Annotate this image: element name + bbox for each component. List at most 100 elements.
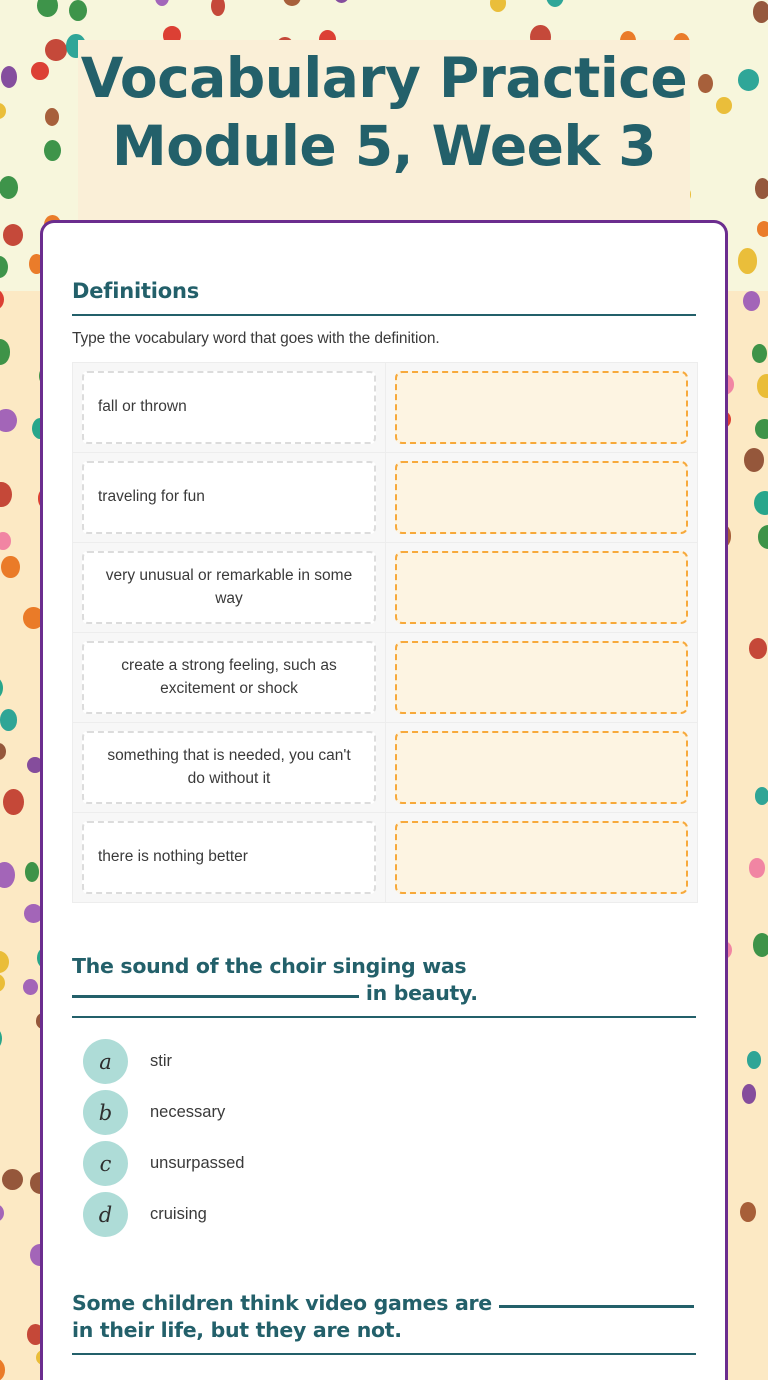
confetti-dot	[545, 0, 564, 8]
confetti-dot	[755, 177, 768, 199]
question-rule	[72, 1353, 696, 1355]
definition-text: traveling for fun	[82, 461, 376, 534]
worksheet-card: Definitions Type the vocabulary word tha…	[40, 220, 728, 1380]
answer-cell	[385, 542, 698, 633]
definitions-instruction: Type the vocabulary word that goes with …	[72, 330, 440, 347]
option-letter-badge[interactable]: c	[83, 1141, 128, 1186]
confetti-dot	[2, 223, 24, 246]
definition-text: very unusual or remarkable in some way	[82, 551, 376, 624]
confetti-dot	[37, 0, 58, 18]
confetti-dot	[31, 61, 50, 81]
option-row[interactable]: d cruising	[83, 1189, 696, 1240]
confetti-dot	[752, 933, 768, 958]
answer-input[interactable]	[395, 461, 688, 534]
confetti-dot	[756, 221, 768, 237]
question-text: The sound of the choir singing was in be…	[72, 953, 696, 1007]
confetti-dot	[0, 175, 19, 199]
confetti-dot	[748, 857, 766, 878]
option-label: necessary	[150, 1103, 226, 1121]
definitions-table-body: fall or thrown traveling for fun very unus…	[72, 362, 698, 903]
option-label: cruising	[150, 1205, 207, 1223]
table-row: create a strong feeling, such as excitem…	[72, 632, 698, 723]
table-row: fall or thrown	[72, 362, 698, 453]
answer-cell	[385, 632, 698, 723]
confetti-dot	[68, 0, 87, 21]
definition-text: there is nothing better	[82, 821, 376, 894]
table-row: very unusual or remarkable in some way	[72, 542, 698, 633]
worksheet-title-band: Vocabulary Practice Module 5, Week 3	[78, 40, 690, 222]
table-row: traveling for fun	[72, 452, 698, 543]
question-blank	[72, 995, 359, 998]
definition-text: create a strong feeling, such as excitem…	[82, 641, 376, 714]
confetti-dot	[742, 290, 760, 311]
question-suffix: in beauty.	[365, 981, 478, 1005]
option-label: stir	[150, 1052, 172, 1070]
confetti-dot	[698, 73, 713, 93]
confetti-dot	[23, 978, 38, 995]
option-letter-badge[interactable]: a	[83, 1039, 128, 1084]
option-row[interactable]: c unsurpassed	[83, 1138, 696, 1189]
answer-cell	[385, 452, 698, 543]
option-row[interactable]: b necessary	[83, 1087, 696, 1138]
confetti-dot	[489, 0, 506, 12]
answer-cell	[385, 722, 698, 813]
confetti-dot	[0, 102, 7, 119]
definitions-heading: Definitions	[72, 279, 200, 303]
answer-input[interactable]	[395, 641, 688, 714]
question-prefix: Some children think video games are	[72, 1291, 492, 1315]
confetti-dot	[44, 38, 67, 62]
question-blank	[498, 1305, 694, 1308]
confetti-dot	[0, 66, 18, 89]
question-rule	[72, 1016, 696, 1018]
page-title: Vocabulary Practice Module 5, Week 3	[80, 46, 688, 178]
confetti-dot	[754, 787, 768, 806]
option-letter-badge[interactable]: b	[83, 1090, 128, 1135]
definitions-table: fall or thrown traveling for fun very unus…	[72, 362, 698, 903]
answer-cell	[385, 812, 698, 903]
confetti-dot	[737, 68, 760, 91]
confetti-dot	[751, 343, 767, 363]
answer-input[interactable]	[395, 821, 688, 894]
confetti-dot	[44, 108, 60, 127]
confetti-dot	[755, 419, 768, 439]
option-row[interactable]: a stir	[83, 1036, 696, 1087]
definitions-section: Definitions Type the vocabulary word tha…	[72, 279, 698, 903]
definition-cell: traveling for fun	[72, 452, 386, 543]
definition-cell: there is nothing better	[72, 812, 386, 903]
confetti-dot	[2, 788, 24, 815]
answer-input[interactable]	[395, 371, 688, 444]
question-prefix: The sound of the choir singing was	[72, 954, 467, 978]
definition-cell: very unusual or remarkable in some way	[72, 542, 386, 633]
definition-cell: something that is needed, you can't do w…	[72, 722, 386, 813]
confetti-dot	[752, 0, 768, 23]
confetti-dot	[743, 447, 765, 473]
confetti-dot	[737, 248, 758, 274]
options-list: a stir b necessary c unsurpassed d cruising	[72, 1036, 696, 1240]
definition-cell: fall or thrown	[72, 362, 386, 453]
answer-input[interactable]	[395, 551, 688, 624]
table-row: there is nothing better	[72, 812, 698, 903]
answer-input[interactable]	[395, 731, 688, 804]
question-block: Some children think video games are in t…	[72, 1290, 696, 1355]
confetti-dot	[333, 0, 350, 4]
option-letter-badge[interactable]: d	[83, 1192, 128, 1237]
definition-text: something that is needed, you can't do w…	[82, 731, 376, 804]
confetti-dot	[1, 1168, 23, 1191]
definition-cell: create a strong feeling, such as excitem…	[72, 632, 386, 723]
confetti-dot	[210, 0, 225, 16]
confetti-dot	[43, 140, 62, 162]
definition-text: fall or thrown	[82, 371, 376, 444]
question-suffix: in their life, but they are not.	[72, 1318, 402, 1342]
confetti-dot	[1, 555, 20, 579]
confetti-dot	[154, 0, 169, 7]
option-label: unsurpassed	[150, 1154, 245, 1172]
confetti-dot	[716, 96, 733, 114]
confetti-dot	[749, 638, 768, 659]
table-row: something that is needed, you can't do w…	[72, 722, 698, 813]
answer-cell	[385, 362, 698, 453]
confetti-dot	[753, 490, 768, 515]
question-text: Some children think video games are in t…	[72, 1290, 696, 1344]
confetti-dot	[283, 0, 302, 6]
question-block: The sound of the choir singing was in be…	[72, 953, 696, 1240]
questions-container: The sound of the choir singing was in be…	[72, 953, 696, 1355]
